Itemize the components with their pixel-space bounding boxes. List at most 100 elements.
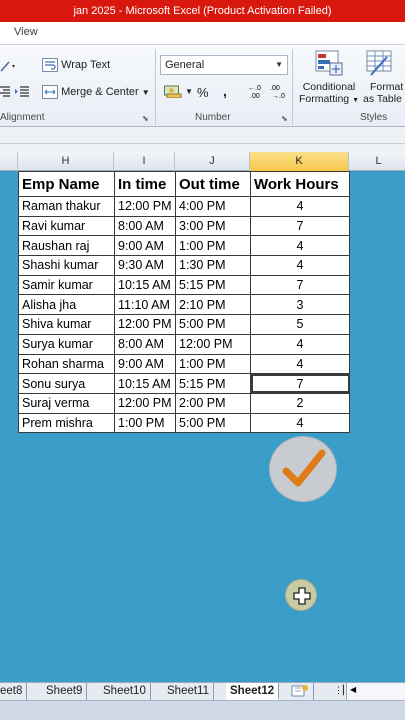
cell-emp-name[interactable]: Raushan raj [18, 235, 115, 257]
cell-work-hours[interactable]: 7 [250, 274, 350, 296]
percent-style-button[interactable]: % [197, 85, 209, 100]
cell-in-time[interactable]: 10:15 AM [114, 274, 176, 296]
cell-work-hours[interactable]: 4 [250, 196, 350, 217]
cell-emp-name[interactable]: Prem mishra [18, 412, 115, 434]
insert-sheet-button[interactable] [287, 683, 314, 700]
cell-out-time[interactable]: 12:00 PM [175, 333, 251, 355]
cell-emp-name[interactable]: Alisha jha [18, 294, 115, 316]
cell-out-time[interactable]: 1:00 PM [175, 235, 251, 257]
cell-in-time[interactable]: 12:00 PM [114, 392, 176, 414]
table-row: Sonu surya 10:15 AM 5:15 PM 7 [18, 373, 350, 394]
column-header-k[interactable]: K [250, 152, 349, 171]
cell-in-time[interactable]: 8:00 AM [114, 215, 176, 237]
sheet-tab-sheet12[interactable]: Sheet12 [226, 683, 280, 700]
active-cell-work-hours[interactable]: 7 [250, 373, 350, 394]
column-header-h[interactable]: H [18, 152, 114, 171]
column-header-j[interactable]: J [175, 152, 250, 171]
merge-center-label: Merge & Center [61, 85, 139, 98]
align-right-icon[interactable] [0, 85, 10, 97]
wrap-text-button[interactable]: Wrap Text [42, 58, 110, 72]
cell-emp-name[interactable]: Shiva kumar [18, 314, 115, 335]
indent-icon[interactable] [15, 85, 29, 97]
cell-work-hours[interactable]: 2 [250, 392, 350, 414]
table-row: Rohan sharma 9:00 AM 1:00 PM 4 [18, 353, 350, 375]
number-format-select[interactable]: General ▼ [160, 55, 288, 75]
select-all-corner[interactable] [0, 152, 18, 171]
cell-out-time[interactable]: 5:00 PM [175, 314, 251, 335]
wrap-text-label: Wrap Text [61, 58, 111, 71]
cell-work-hours[interactable]: 4 [250, 353, 350, 375]
scroll-left-icon[interactable]: ◀ [350, 685, 356, 694]
header-work-hours[interactable]: Work Hours [250, 171, 350, 197]
sheet-tab-sheet8[interactable]: eet8 [0, 683, 28, 700]
cell-in-time[interactable]: 9:00 AM [114, 235, 176, 257]
cell-in-time[interactable]: 8:00 AM [114, 333, 176, 355]
cell-emp-name[interactable]: Raman thakur [18, 196, 115, 217]
cell-emp-name[interactable]: Ravi kumar [18, 215, 115, 237]
divider [292, 49, 293, 125]
orientation-icon[interactable] [0, 59, 18, 73]
cell-work-hours[interactable]: 7 [250, 215, 350, 237]
svg-text:←.0: ←.0 [248, 85, 261, 92]
number-dialog-launcher-icon[interactable]: ⬊ [281, 114, 288, 123]
horizontal-scrollbar[interactable]: ◀ [346, 683, 405, 700]
cell-work-hours[interactable]: 4 [250, 333, 350, 355]
cell-out-time[interactable]: 2:10 PM [175, 294, 251, 316]
cell-work-hours[interactable]: 3 [250, 294, 350, 316]
increase-decimal-button[interactable]: ←.0.00 [248, 83, 266, 99]
format-as-table-button[interactable]: Format as Table [363, 49, 405, 105]
comma-style-button[interactable]: , [223, 83, 227, 99]
data-table: Emp Name In time Out time Work Hours Ram… [18, 171, 350, 434]
table-row: Surya kumar 8:00 AM 12:00 PM 4 [18, 333, 350, 355]
sheet-tab-sheet11[interactable]: Sheet11 [163, 683, 214, 700]
cell-work-hours[interactable]: 4 [250, 255, 350, 276]
cell-in-time[interactable]: 9:30 AM [114, 255, 176, 276]
merge-center-button[interactable]: Merge & Center ▼ [42, 85, 150, 99]
cell-in-time[interactable]: 12:00 PM [114, 196, 176, 217]
cell-out-time[interactable]: 3:00 PM [175, 215, 251, 237]
cell-emp-name[interactable]: Shashi kumar [18, 255, 115, 276]
header-out-time[interactable]: Out time [175, 171, 251, 197]
table-row: Raushan raj 9:00 AM 1:00 PM 4 [18, 235, 350, 257]
conditional-formatting-button[interactable]: Conditional Formatting ▼ [297, 49, 361, 107]
wrap-text-icon [42, 58, 58, 72]
header-in-time[interactable]: In time [114, 171, 176, 197]
cell-work-hours[interactable]: 4 [250, 235, 350, 257]
table-row: Suraj verma 12:00 PM 2:00 PM 2 [18, 392, 350, 414]
cell-emp-name[interactable]: Sonu surya [18, 373, 115, 394]
sheet-tab-sheet10[interactable]: Sheet10 [99, 683, 151, 700]
cell-in-time[interactable]: 10:15 AM [114, 373, 176, 394]
cell-out-time[interactable]: 1:30 PM [175, 255, 251, 276]
tab-view[interactable]: View [14, 26, 38, 38]
cell-out-time[interactable]: 5:15 PM [175, 373, 251, 394]
table-row: Raman thakur 12:00 PM 4:00 PM 4 [18, 196, 350, 217]
decrease-decimal-button[interactable]: .00 →.0 [270, 83, 288, 99]
cell-out-time[interactable]: 4:00 PM [175, 196, 251, 217]
cell-in-time[interactable]: 11:10 AM [114, 294, 176, 316]
cell-in-time[interactable]: 12:00 PM [114, 314, 176, 335]
column-header-i[interactable]: I [114, 152, 175, 171]
cell-emp-name[interactable]: Surya kumar [18, 333, 115, 355]
cell-work-hours[interactable]: 4 [250, 412, 350, 434]
cell-in-time[interactable]: 1:00 PM [114, 412, 176, 434]
header-emp-name[interactable]: Emp Name [18, 171, 115, 197]
cell-emp-name[interactable]: Samir kumar [18, 274, 115, 296]
format-as-table-icon [366, 50, 392, 76]
currency-format-button[interactable]: ▼ [164, 84, 193, 98]
formula-bar-area [0, 127, 405, 152]
cell-work-hours[interactable]: 5 [250, 314, 350, 335]
cell-out-time[interactable]: 5:00 PM [175, 412, 251, 434]
window-title: jan 2025 - Microsoft Excel (Product Acti… [0, 0, 405, 22]
cell-out-time[interactable]: 5:15 PM [175, 274, 251, 296]
cell-in-time[interactable]: 9:00 AM [114, 353, 176, 375]
cell-out-time[interactable]: 2:00 PM [175, 392, 251, 414]
currency-icon [164, 85, 182, 98]
cell-out-time[interactable]: 1:00 PM [175, 353, 251, 375]
cell-emp-name[interactable]: Rohan sharma [18, 353, 115, 375]
sheet-tab-sheet9[interactable]: Sheet9 [42, 683, 88, 700]
column-header-l[interactable]: L [349, 152, 405, 171]
chevron-down-icon: ▼ [141, 87, 150, 97]
cell-emp-name[interactable]: Suraj verma [18, 392, 115, 414]
alignment-dialog-launcher-icon[interactable]: ⬊ [142, 114, 149, 123]
cell-cursor-icon [293, 587, 311, 605]
